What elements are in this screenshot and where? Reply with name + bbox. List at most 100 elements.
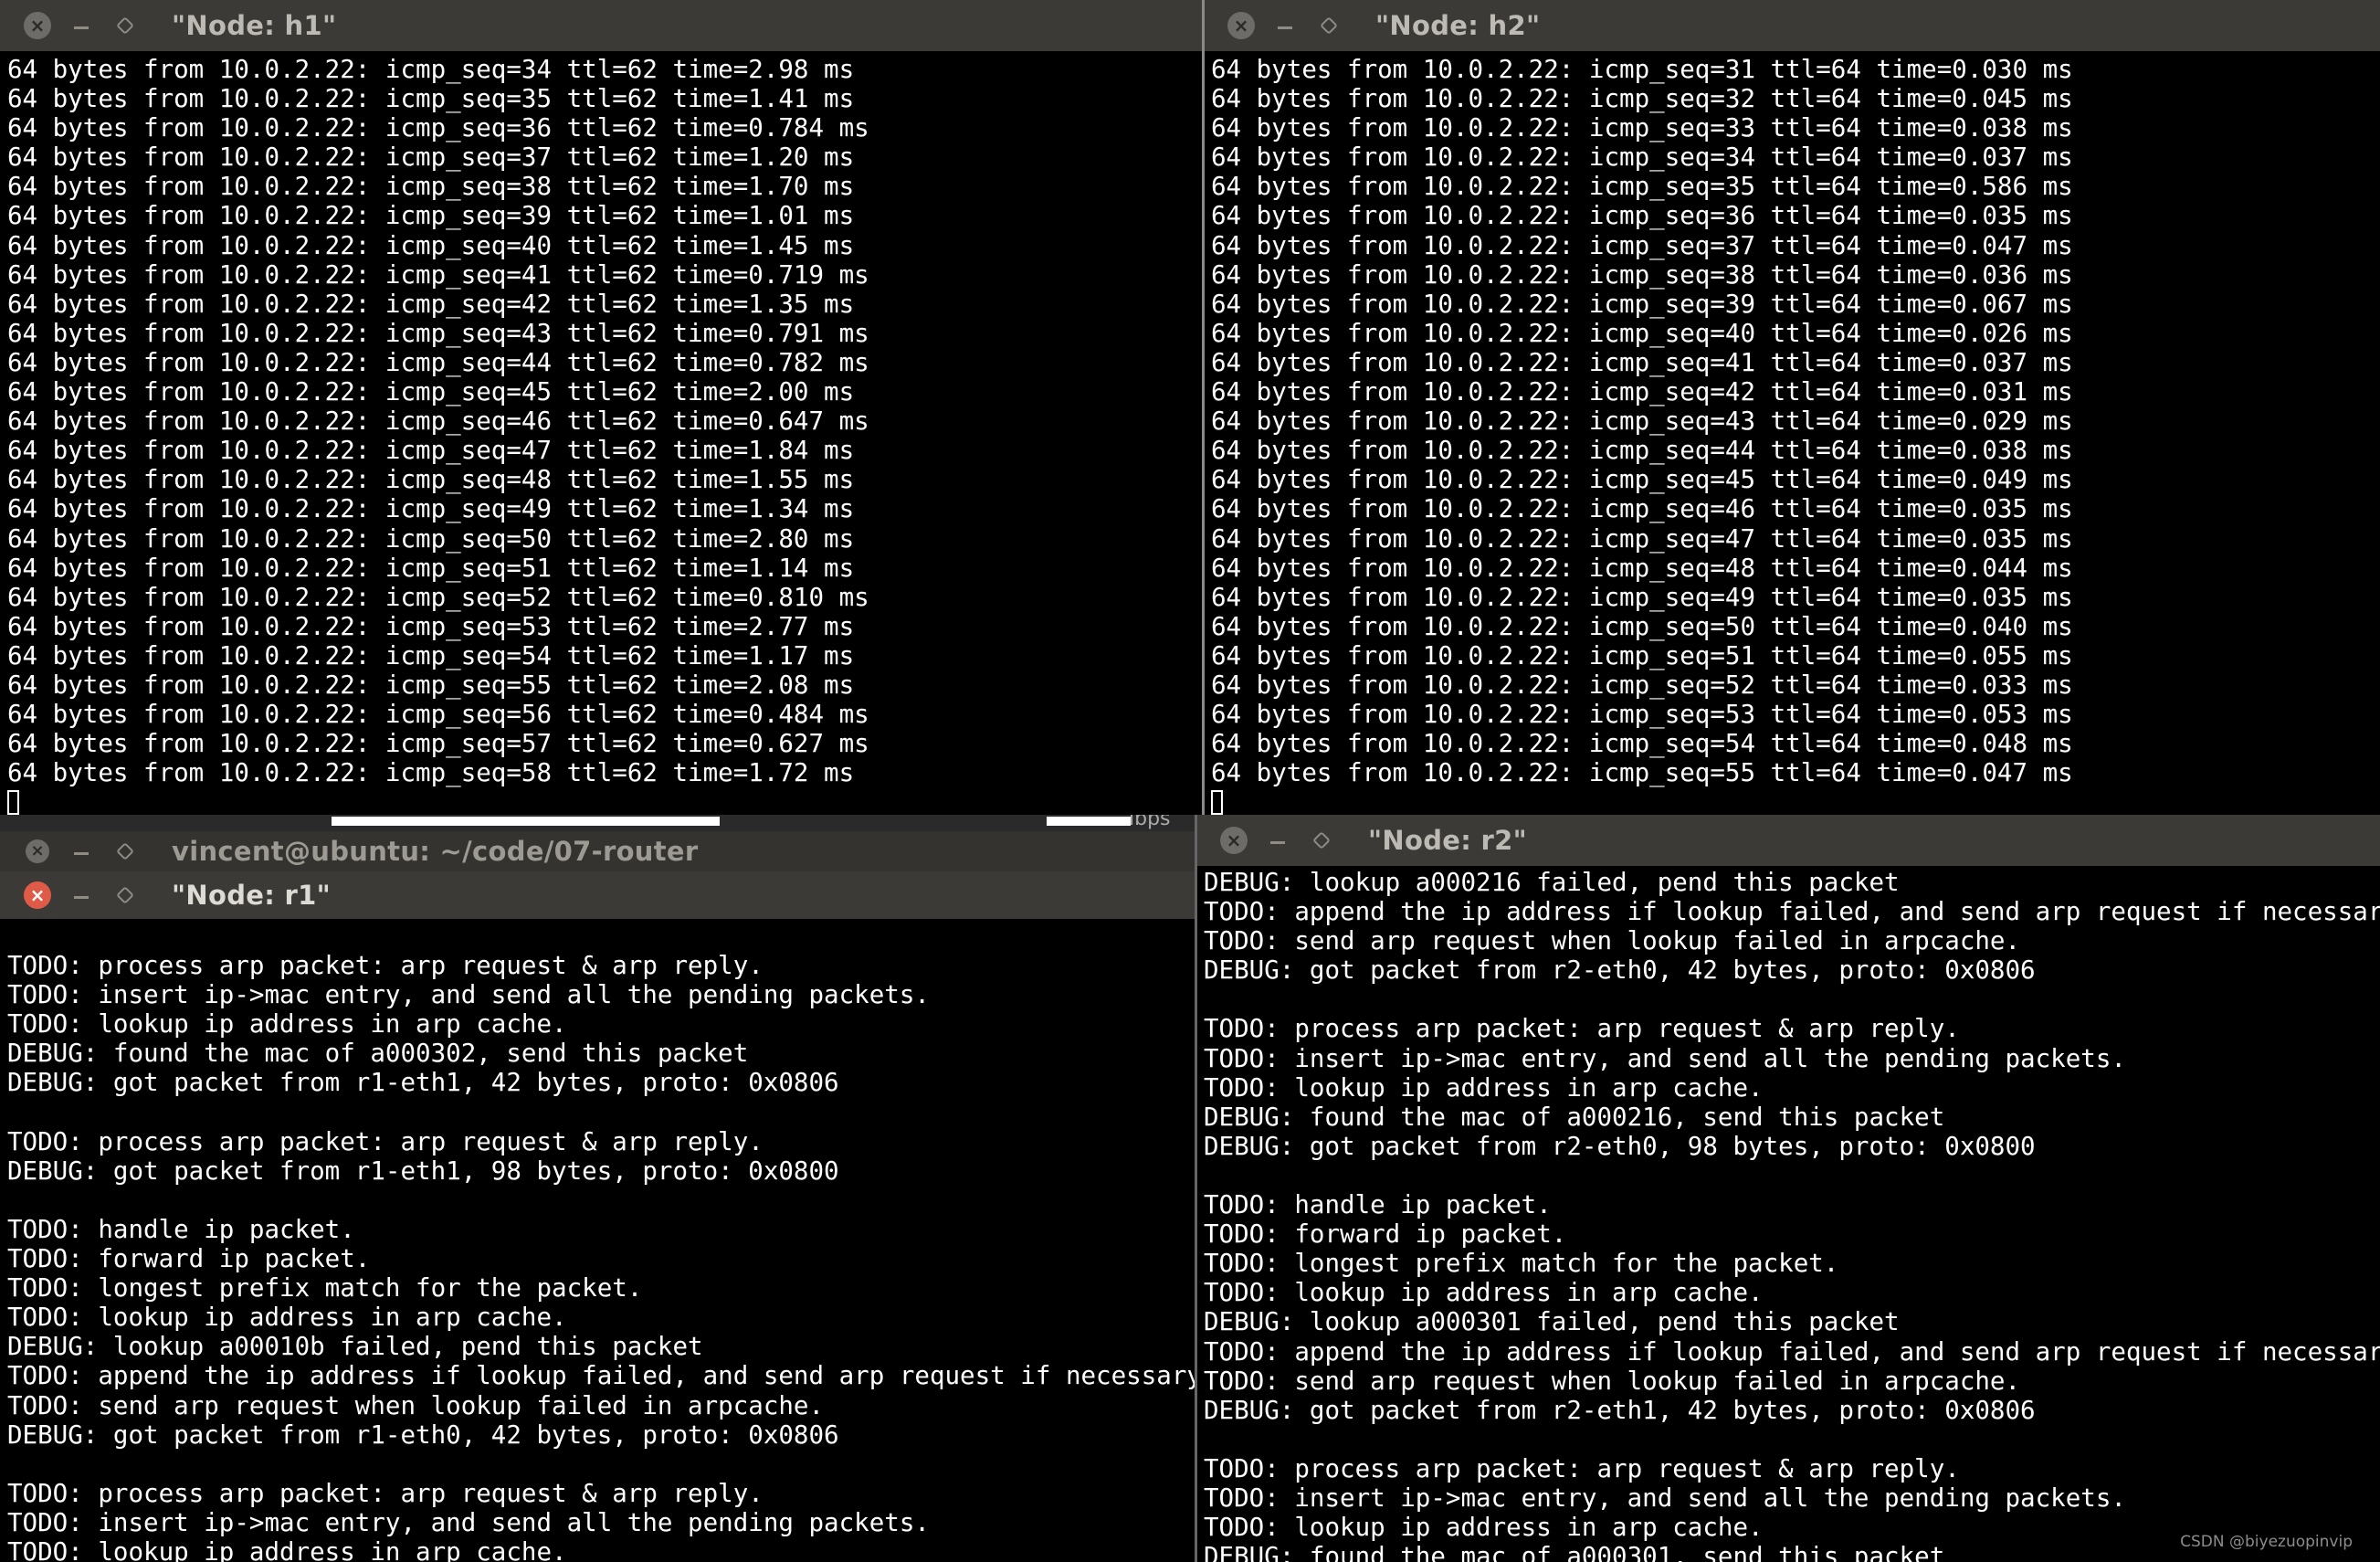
titlebar-h2[interactable]: × "Node: h2" xyxy=(1204,0,2380,51)
terminal-line: DEBUG: got packet from r2-eth1, 42 bytes… xyxy=(1204,1395,2036,1425)
minimize-button[interactable] xyxy=(1264,827,1291,854)
window-title: "Node: h2" xyxy=(1375,10,1541,41)
window-title: "Node: h1" xyxy=(172,10,337,41)
terminal-output[interactable]: 64 bytes from 10.0.2.22: icmp_seq=31 ttl… xyxy=(1211,55,2380,815)
close-icon: × xyxy=(24,881,51,909)
terminal-line: 64 bytes from 10.0.2.22: icmp_seq=46 ttl… xyxy=(1211,494,2073,524)
terminal-line: TODO: process arp packet: arp request & … xyxy=(1204,1453,1960,1483)
terminal-window-h1[interactable]: × "Node: h1" 64 bytes from 10.0.2.22: ic… xyxy=(0,0,1204,815)
close-icon: × xyxy=(1227,12,1255,39)
terminal-line: 64 bytes from 10.0.2.22: icmp_seq=58 ttl… xyxy=(7,758,855,788)
terminal-line: TODO: handle ip packet. xyxy=(7,1214,355,1244)
terminal-line: DEBUG: found the mac of a000302, send th… xyxy=(7,1039,749,1069)
terminal-line: TODO: append the ip address if lookup fa… xyxy=(1204,897,2380,927)
terminal-line: TODO: append the ip address if lookup fa… xyxy=(1204,1336,2380,1367)
terminal-line: 64 bytes from 10.0.2.22: icmp_seq=46 ttl… xyxy=(7,406,869,437)
maximize-button[interactable] xyxy=(111,838,139,865)
terminal-line: 64 bytes from 10.0.2.22: icmp_seq=49 ttl… xyxy=(1211,582,2073,612)
maximize-button[interactable] xyxy=(111,12,139,39)
terminal-line: TODO: forward ip packet. xyxy=(7,1244,371,1274)
terminal-line: DEBUG: got packet from r2-eth0, 98 bytes… xyxy=(1204,1131,2036,1161)
terminal-line: 64 bytes from 10.0.2.22: icmp_seq=57 ttl… xyxy=(7,729,869,759)
window-title: "Node: r1" xyxy=(172,880,332,911)
maximize-button[interactable] xyxy=(111,881,139,909)
terminal-line: TODO: process arp packet: arp request & … xyxy=(1204,1014,1960,1044)
close-button[interactable]: × xyxy=(1220,827,1248,854)
terminal-line: 64 bytes from 10.0.2.22: icmp_seq=43 ttl… xyxy=(7,318,869,348)
close-button[interactable]: × xyxy=(1227,12,1255,39)
terminal-line: TODO: process arp packet: arp request & … xyxy=(7,1126,763,1156)
minimize-button[interactable] xyxy=(1271,12,1299,39)
maximize-icon xyxy=(1312,831,1331,850)
window-title: "Node: r2" xyxy=(1368,825,1528,856)
minimize-button[interactable] xyxy=(68,12,95,39)
terminal-line: TODO: longest prefix match for the packe… xyxy=(1204,1249,1839,1279)
terminal-window-h2[interactable]: × "Node: h2" 64 bytes from 10.0.2.22: ic… xyxy=(1204,0,2380,815)
titlebar-h1[interactable]: × "Node: h1" xyxy=(0,0,1204,51)
terminal-line: 64 bytes from 10.0.2.22: icmp_seq=54 ttl… xyxy=(1211,729,2073,759)
titlebar-vincent[interactable]: × vincent@ubuntu: ~/code/07-router xyxy=(0,831,1196,871)
close-button[interactable]: × xyxy=(24,881,51,909)
terminal-line: 64 bytes from 10.0.2.22: icmp_seq=41 ttl… xyxy=(7,259,869,290)
terminal-line: 64 bytes from 10.0.2.22: icmp_seq=39 ttl… xyxy=(7,201,855,231)
terminal-line: 64 bytes from 10.0.2.22: icmp_seq=55 ttl… xyxy=(7,670,855,700)
minimize-icon xyxy=(74,895,89,899)
window-divider xyxy=(1202,0,1205,815)
background-window-fragment xyxy=(332,817,720,826)
terminal-output[interactable]: DEBUG: lookup a000216 failed, pend this … xyxy=(1204,868,2380,1562)
terminal-line: 64 bytes from 10.0.2.22: icmp_seq=37 ttl… xyxy=(7,142,855,173)
terminal-line: 64 bytes from 10.0.2.22: icmp_seq=35 ttl… xyxy=(7,84,855,114)
window-divider xyxy=(1195,815,1197,1562)
terminal-line: TODO: process arp packet: arp request & … xyxy=(7,951,763,981)
maximize-icon xyxy=(116,16,134,35)
terminal-output[interactable]: 64 bytes from 10.0.2.22: icmp_seq=34 ttl… xyxy=(7,55,1204,815)
terminal-window-r2[interactable]: × "Node: r2" DEBUG: lookup a000216 faile… xyxy=(1196,815,2380,1562)
background-strip: lbps xyxy=(0,815,1196,831)
terminal-output[interactable]: TODO: process arp packet: arp request & … xyxy=(7,922,1196,1562)
terminal-line: 64 bytes from 10.0.2.22: icmp_seq=43 ttl… xyxy=(1211,406,2073,437)
terminal-line: 64 bytes from 10.0.2.22: icmp_seq=50 ttl… xyxy=(7,523,855,554)
terminal-window-vincent[interactable]: × vincent@ubuntu: ~/code/07-router xyxy=(0,831,1196,871)
minimize-button[interactable] xyxy=(68,838,95,865)
terminal-line: 64 bytes from 10.0.2.22: icmp_seq=49 ttl… xyxy=(7,494,855,524)
terminal-line: TODO: insert ip->mac entry, and send all… xyxy=(7,1507,930,1537)
terminal-line: TODO: lookup ip address in arp cache. xyxy=(7,1536,567,1562)
terminal-line: 64 bytes from 10.0.2.22: icmp_seq=54 ttl… xyxy=(7,640,855,670)
terminal-line: DEBUG: lookup a000216 failed, pend this … xyxy=(1204,868,1900,897)
terminal-line: 64 bytes from 10.0.2.22: icmp_seq=47 ttl… xyxy=(1211,523,2073,554)
maximize-icon xyxy=(1320,16,1338,35)
maximize-button[interactable] xyxy=(1315,12,1343,39)
terminal-line: TODO: insert ip->mac entry, and send all… xyxy=(7,980,930,1010)
terminal-line: 64 bytes from 10.0.2.22: icmp_seq=52 ttl… xyxy=(7,582,869,612)
terminal-line: 64 bytes from 10.0.2.22: icmp_seq=45 ttl… xyxy=(7,377,855,407)
titlebar-r1[interactable]: × "Node: r1" xyxy=(0,871,1196,919)
terminal-line: 64 bytes from 10.0.2.22: icmp_seq=40 ttl… xyxy=(1211,318,2073,348)
maximize-icon xyxy=(116,842,134,860)
maximize-button[interactable] xyxy=(1308,827,1335,854)
close-icon: × xyxy=(26,839,49,863)
terminal-line: 64 bytes from 10.0.2.22: icmp_seq=38 ttl… xyxy=(1211,259,2073,290)
close-icon: × xyxy=(1220,827,1248,854)
terminal-line: 64 bytes from 10.0.2.22: icmp_seq=44 ttl… xyxy=(1211,436,2073,466)
terminal-line: 64 bytes from 10.0.2.22: icmp_seq=34 ttl… xyxy=(7,55,855,84)
terminal-line: 64 bytes from 10.0.2.22: icmp_seq=31 ttl… xyxy=(1211,55,2073,84)
terminal-line: TODO: send arp request when lookup faile… xyxy=(1204,926,2021,956)
close-button[interactable]: × xyxy=(24,838,51,865)
terminal-line: 64 bytes from 10.0.2.22: icmp_seq=36 ttl… xyxy=(7,113,869,143)
titlebar-r2[interactable]: × "Node: r2" xyxy=(1196,815,2380,866)
terminal-line: 64 bytes from 10.0.2.22: icmp_seq=37 ttl… xyxy=(1211,230,2073,260)
terminal-line: 64 bytes from 10.0.2.22: icmp_seq=55 ttl… xyxy=(1211,758,2073,788)
minimize-button[interactable] xyxy=(68,881,95,909)
terminal-line: 64 bytes from 10.0.2.22: icmp_seq=47 ttl… xyxy=(7,436,855,466)
terminal-window-r1[interactable]: × "Node: r1" TODO: process arp packet: a… xyxy=(0,871,1196,1562)
terminal-line: TODO: handle ip packet. xyxy=(1204,1190,1552,1220)
terminal-line: 64 bytes from 10.0.2.22: icmp_seq=48 ttl… xyxy=(1211,553,2073,583)
terminal-line: 64 bytes from 10.0.2.22: icmp_seq=52 ttl… xyxy=(1211,670,2073,700)
background-window-text: lbps xyxy=(1129,815,1171,830)
close-button[interactable]: × xyxy=(24,12,51,39)
terminal-line: 64 bytes from 10.0.2.22: icmp_seq=34 ttl… xyxy=(1211,142,2073,173)
terminal-line: TODO: longest prefix match for the packe… xyxy=(7,1273,643,1303)
terminal-line: TODO: process arp packet: arp request & … xyxy=(7,1478,763,1508)
terminal-line: 64 bytes from 10.0.2.22: icmp_seq=42 ttl… xyxy=(7,289,855,319)
